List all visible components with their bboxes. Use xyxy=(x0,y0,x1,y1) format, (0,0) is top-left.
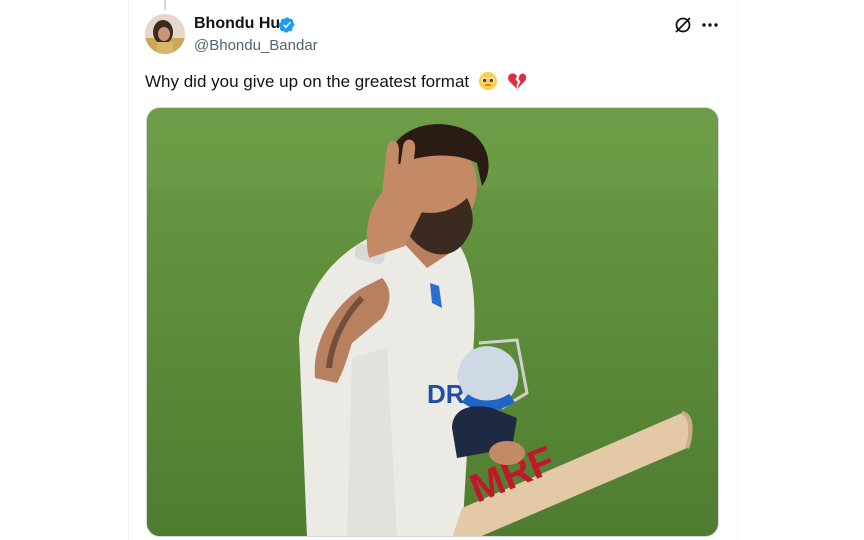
thread-connector-line xyxy=(164,0,166,10)
author-display-name[interactable]: Bhondu Hu xyxy=(194,15,280,33)
avatar-image xyxy=(145,14,185,54)
tweet-text-body: Why did you give up on the greatest form… xyxy=(145,72,470,91)
grok-icon[interactable] xyxy=(673,15,693,35)
profile-avatar[interactable] xyxy=(145,14,185,54)
author-handle[interactable]: @Bhondu_Bandar xyxy=(194,37,318,54)
page: Bhondu Hu @Bhondu_Bandar Why did you giv… xyxy=(0,0,864,540)
cricketer-photo: DRE MRF xyxy=(147,108,718,536)
tweet-text: Why did you give up on the greatest form… xyxy=(145,71,527,93)
more-options-icon[interactable] xyxy=(700,15,720,35)
verified-badge-icon xyxy=(278,17,295,33)
tweet-media-photo[interactable]: DRE MRF xyxy=(146,107,719,537)
pleading-face-emoji xyxy=(478,72,497,90)
broken-heart-emoji xyxy=(507,73,526,89)
